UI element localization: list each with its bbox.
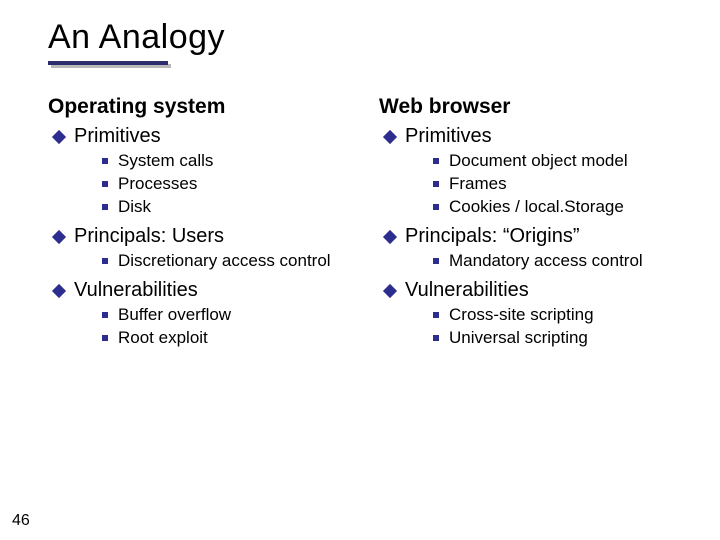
list-item: Disk xyxy=(98,196,361,219)
section-label: Vulnerabilities xyxy=(405,279,529,301)
item-list: System calls Processes Disk xyxy=(74,150,361,219)
content-columns: Operating system Primitives System calls… xyxy=(48,95,692,356)
section: Primitives Document object model Frames … xyxy=(383,125,692,219)
list-item: Buffer overflow xyxy=(98,304,361,327)
list-item: Cookies / local.Storage xyxy=(429,196,692,219)
page-number: 46 xyxy=(12,512,30,530)
section: Vulnerabilities Cross-site scripting Uni… xyxy=(383,279,692,350)
item-list: Buffer overflow Root exploit xyxy=(74,304,361,350)
section: Primitives System calls Processes Disk xyxy=(52,125,361,219)
title-underline xyxy=(48,61,168,75)
list-item: Processes xyxy=(98,173,361,196)
item-list: Document object model Frames Cookies / l… xyxy=(405,150,692,219)
item-list: Mandatory access control xyxy=(405,250,692,273)
right-column: Web browser Primitives Document object m… xyxy=(379,95,692,356)
list-item: Frames xyxy=(429,173,692,196)
section: Principals: Users Discretionary access c… xyxy=(52,225,361,273)
list-item: Root exploit xyxy=(98,327,361,350)
section-list: Primitives System calls Processes Disk P… xyxy=(48,125,361,350)
section: Vulnerabilities Buffer overflow Root exp… xyxy=(52,279,361,350)
list-item: Mandatory access control xyxy=(429,250,692,273)
item-list: Discretionary access control xyxy=(74,250,361,273)
left-column: Operating system Primitives System calls… xyxy=(48,95,361,356)
section-label: Primitives xyxy=(405,125,492,147)
list-item: Document object model xyxy=(429,150,692,173)
section: Principals: “Origins” Mandatory access c… xyxy=(383,225,692,273)
section-list: Primitives Document object model Frames … xyxy=(379,125,692,350)
list-item: Cross-site scripting xyxy=(429,304,692,327)
section-label: Principals: Users xyxy=(74,225,224,247)
column-heading: Web browser xyxy=(379,95,692,119)
item-list: Cross-site scripting Universal scripting xyxy=(405,304,692,350)
slide-title: An Analogy xyxy=(48,18,692,57)
section-label: Vulnerabilities xyxy=(74,279,198,301)
section-label: Principals: “Origins” xyxy=(405,225,579,247)
list-item: System calls xyxy=(98,150,361,173)
list-item: Discretionary access control xyxy=(98,250,361,273)
column-heading: Operating system xyxy=(48,95,361,119)
section-label: Primitives xyxy=(74,125,161,147)
list-item: Universal scripting xyxy=(429,327,692,350)
